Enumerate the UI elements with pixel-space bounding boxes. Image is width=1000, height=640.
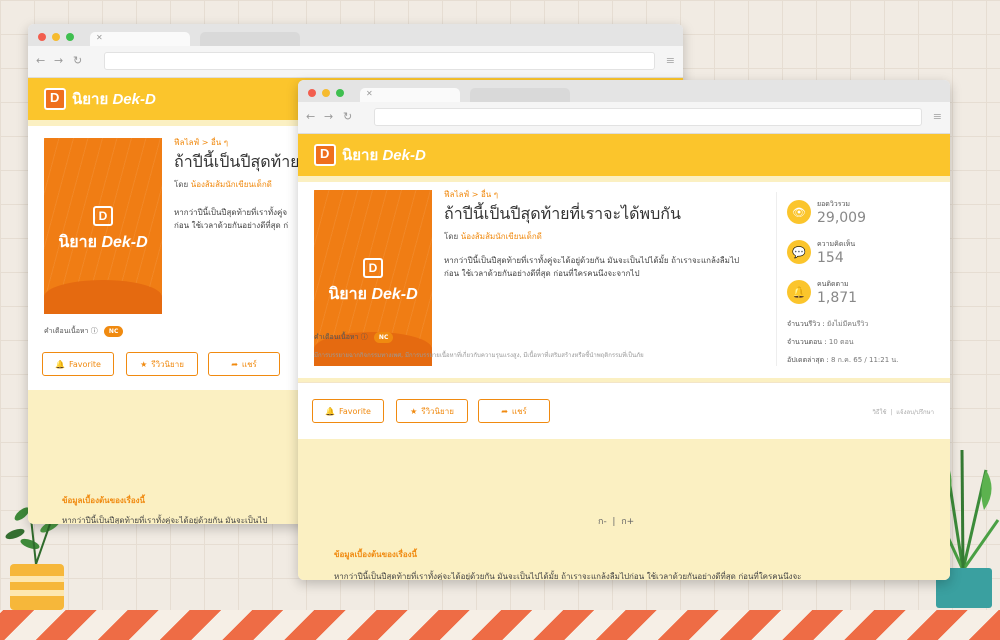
floor-stripes <box>0 610 1000 640</box>
content-warning: คำเตือนเนื้อหา ⓘ NC <box>314 332 394 343</box>
site-header: D นิยาย Dek-D <box>298 134 950 176</box>
story-title: ถ้าปีนี้เป็นปีสุดท้ายที่เราจะได้พบกัน <box>444 204 681 223</box>
reload-icon[interactable]: ↻ <box>73 54 82 67</box>
browser-tab[interactable] <box>200 32 300 46</box>
favorite-button[interactable]: 🔔 Favorite <box>312 399 384 423</box>
close-dot[interactable] <box>308 89 316 97</box>
story-stats: 👁 ยอดวิวรวม 29,009 💬 ความคิดเห็น 154 🔔 คนต… <box>776 192 942 366</box>
menu-icon[interactable]: ≡ <box>933 110 942 123</box>
font-larger-button[interactable]: ก+ <box>621 517 634 527</box>
review-button[interactable]: ★ รีวิวนิยาย <box>396 399 468 423</box>
bell-icon: 🔔 <box>325 406 335 416</box>
meta-reviews: จำนวนรีวิว : ยังไม่มีคนรีวิว <box>787 320 869 328</box>
meta-episodes: จำนวนตอน : 10 ตอน <box>787 338 854 346</box>
intro-heading: ข้อมูลเบื้องต้นของเรื่องนี้ <box>62 496 146 505</box>
share-button[interactable]: ➦ แชร์ <box>208 352 280 376</box>
browser-chrome: ✕ ← → ↻ ≡ <box>28 24 683 78</box>
story-card: D นิยาย Dek-D ฟีลไลฟ์ > อื่น ๆ ถ้าปีนี้เ… <box>298 182 950 378</box>
address-bar-row: ← → ↻ ≡ <box>28 46 683 78</box>
bell-icon: 🔔 <box>787 280 811 304</box>
page-content: D นิยาย Dek-D D นิยาย Dek-D ฟีลไลฟ์ > อื… <box>298 134 950 580</box>
action-bar: 🔔 Favorite ★ รีวิวนิยาย ➦ แชร์ วิธีใช้ | แจ… <box>298 382 950 439</box>
comment-icon: 💬 <box>787 240 811 264</box>
review-button[interactable]: ★ รีวิวนิยาย <box>126 352 198 376</box>
author-line: โดย น้องส้มส้มนักเขียนเด็กดี <box>174 180 272 189</box>
book-logo-icon: D <box>93 206 113 226</box>
url-input[interactable] <box>104 52 655 70</box>
font-smaller-button[interactable]: ก- <box>598 517 607 527</box>
breadcrumb[interactable]: ฟีลไลฟ์ > อื่น ๆ <box>174 136 228 149</box>
star-icon: ★ <box>410 406 418 416</box>
nc-badge: NC <box>373 332 394 343</box>
meta-updated: อัปเดตล่าสุด : 8 ก.ค. 65 / 11:21 น. <box>787 356 899 364</box>
content-warning: คำเตือนเนื้อหา ⓘ NC <box>44 326 124 337</box>
favorite-button[interactable]: 🔔 Favorite <box>42 352 114 376</box>
forward-arrow-icon[interactable]: → <box>54 54 63 67</box>
share-button[interactable]: ➦ แชร์ <box>478 399 550 423</box>
author-link[interactable]: น้องส้มส้มนักเขียนเด็กดี <box>191 180 272 189</box>
minimize-dot[interactable] <box>52 33 60 41</box>
browser-tab[interactable]: ✕ <box>90 32 190 46</box>
intro-heading: ข้อมูลเบื้องต้นของเรื่องนี้ <box>334 550 418 559</box>
close-dot[interactable] <box>38 33 46 41</box>
report-link[interactable]: แจ้งลบ/ปรึกษา <box>896 409 934 416</box>
author-link[interactable]: น้องส้มส้มนักเขียนเด็กดี <box>461 232 542 241</box>
book-logo-icon: D <box>44 88 66 110</box>
menu-icon[interactable]: ≡ <box>666 54 675 67</box>
stat-comments: 💬 ความคิดเห็น 154 <box>787 232 942 272</box>
stat-followers: 🔔 คนติดตาม 1,871 <box>787 272 942 312</box>
address-bar-row: ← → ↻ ≡ <box>298 102 950 134</box>
intro-text: หากว่าปีนี้เป็นปีสุดท้ายที่เราทั้งคู่จะไ… <box>334 572 802 580</box>
book-logo-icon: D <box>314 144 336 166</box>
back-arrow-icon[interactable]: ← <box>36 54 45 67</box>
star-icon: ★ <box>140 359 148 369</box>
back-arrow-icon[interactable]: ← <box>306 110 315 123</box>
maximize-dot[interactable] <box>66 33 74 41</box>
reload-icon[interactable]: ↻ <box>343 110 352 123</box>
browser-tab[interactable] <box>470 88 570 102</box>
eye-icon: 👁 <box>787 200 811 224</box>
bell-icon: 🔔 <box>55 359 65 369</box>
story-summary: หากว่าปีนี้เป็นปีสุดท้ายที่เราทั้งคู่จ ก… <box>174 208 289 230</box>
warning-detail: มีการบรรยายฉากกิจกรรมทางเพศ, มีการบรรยาย… <box>314 352 644 359</box>
browser-tab[interactable]: ✕ <box>360 88 460 102</box>
help-link[interactable]: วิธีใช้ <box>872 409 886 416</box>
story-summary: หากว่าปีนี้เป็นปีสุดท้ายที่เราทั้งคู่จะไ… <box>444 256 740 278</box>
browser-window-front: ✕ ← → ↻ ≡ D นิยาย Dek-D D นิยาย Dek-D ฟี… <box>298 80 950 580</box>
share-icon: ➦ <box>501 406 508 416</box>
intro-text: หากว่าปีนี้เป็นปีสุดท้ายที่เราทั้งคู่จะไ… <box>62 516 268 524</box>
font-size-controls: ก- | ก+ <box>598 517 635 527</box>
share-icon: ➦ <box>231 359 238 369</box>
story-cover: D นิยาย Dek-D <box>44 138 162 314</box>
minimize-dot[interactable] <box>322 89 330 97</box>
help-links: วิธีใช้ | แจ้งลบ/ปรึกษา <box>872 409 934 416</box>
author-line: โดย น้องส้มส้มนักเขียนเด็กดี <box>444 232 542 241</box>
site-logo[interactable]: D นิยาย Dek-D <box>314 143 426 167</box>
site-logo[interactable]: D นิยาย Dek-D <box>44 87 156 111</box>
book-logo-icon: D <box>363 258 383 278</box>
maximize-dot[interactable] <box>336 89 344 97</box>
forward-arrow-icon[interactable]: → <box>324 110 333 123</box>
stat-views: 👁 ยอดวิวรวม 29,009 <box>787 192 942 232</box>
nc-badge: NC <box>103 326 124 337</box>
browser-chrome: ✕ ← → ↻ ≡ <box>298 80 950 134</box>
breadcrumb[interactable]: ฟีลไลฟ์ > อื่น ๆ <box>444 188 498 201</box>
story-title: ถ้าปีนี้เป็นปีสุดท้ายที่เราจะได้พบกัน <box>174 152 304 171</box>
url-input[interactable] <box>374 108 922 126</box>
